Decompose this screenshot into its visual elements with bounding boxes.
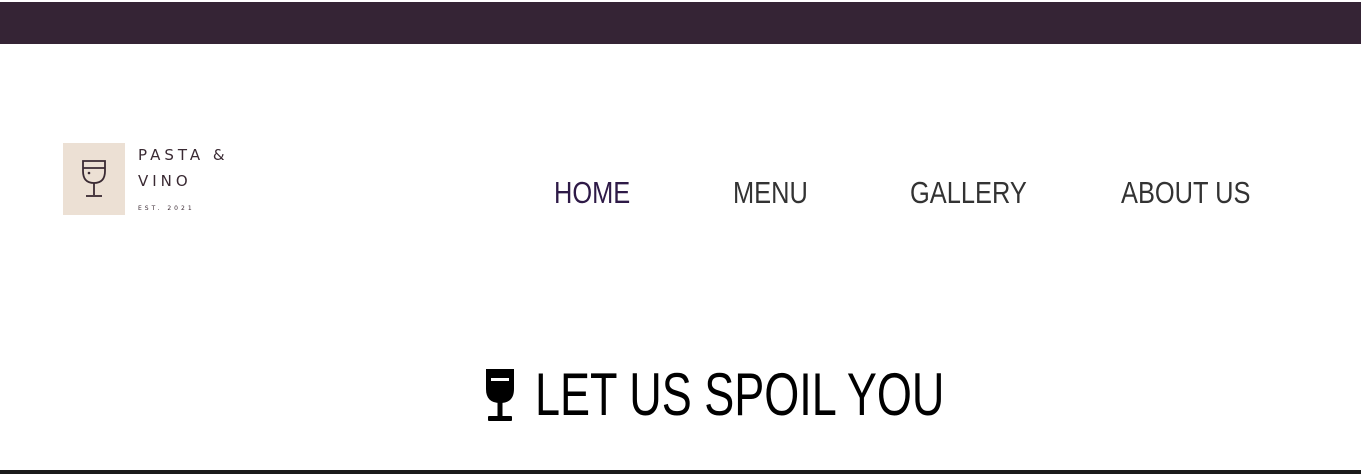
nav-menu[interactable]: MENU bbox=[733, 173, 808, 213]
wine-glass-icon bbox=[486, 369, 514, 421]
logo-est: EST. 2021 bbox=[138, 205, 195, 212]
logo-badge bbox=[63, 143, 125, 215]
hero-image-edge bbox=[0, 470, 1361, 474]
nav-home[interactable]: HOME bbox=[554, 173, 630, 213]
logo-line1: PASTA & bbox=[138, 146, 229, 164]
wine-glass-icon bbox=[82, 160, 106, 197]
nav-about-us[interactable]: ABOUT US bbox=[1121, 173, 1250, 213]
hero-title: LET US SPOIL YOU bbox=[535, 361, 945, 428]
logo-line2: VINO bbox=[138, 172, 192, 190]
logo[interactable]: PASTA & VINO EST. 2021 bbox=[63, 143, 263, 223]
nav-gallery[interactable]: GALLERY bbox=[910, 173, 1027, 213]
hero-heading: LET US SPOIL YOU bbox=[483, 362, 1081, 428]
top-bar bbox=[0, 2, 1361, 44]
